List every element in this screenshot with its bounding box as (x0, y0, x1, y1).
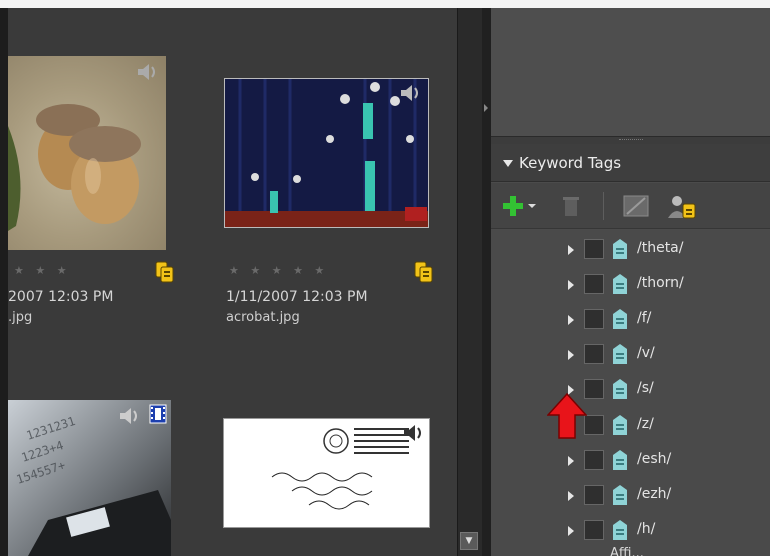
thumbnail-acorn[interactable] (8, 56, 166, 250)
scroll-down-button[interactable]: ▼ (460, 532, 478, 550)
app-window: ★ ★ ★ 2007 12:03 PM .jpg ★ ★ ★ ★ ★ 1/11/… (0, 0, 770, 556)
rating-stars[interactable]: ★ ★ ★ ★ ★ (229, 264, 328, 277)
add-icon[interactable] (503, 194, 537, 218)
keyword-tag-icon (610, 519, 630, 541)
keyword-checkbox[interactable] (584, 415, 604, 435)
keyword-label: /theta/ (637, 240, 684, 256)
keyword-tag-icon (610, 308, 630, 330)
audio-icon (118, 406, 142, 426)
annotation-arrow-icon (546, 392, 588, 439)
keyword-checkbox[interactable] (584, 450, 604, 470)
keyword-tag-icon (610, 378, 630, 400)
expand-arrow-icon[interactable] (568, 315, 574, 325)
keyword-label: /f/ (637, 310, 652, 326)
panel-resize-grip[interactable] (491, 136, 770, 144)
tag-badge-icon[interactable] (412, 260, 434, 284)
browser-scrollbar[interactable] (457, 8, 482, 556)
top-edge (0, 0, 770, 8)
media-date: 1/11/2007 12:03 PM (226, 289, 368, 305)
keyword-label: /ezh/ (637, 486, 672, 502)
expand-arrow-icon[interactable] (568, 491, 574, 501)
collapse-arrow-icon[interactable] (484, 104, 488, 112)
media-date: 2007 12:03 PM (8, 289, 114, 305)
keyword-label: /thorn/ (637, 275, 684, 291)
expand-arrow-icon[interactable] (568, 280, 574, 290)
keyword-checkbox[interactable] (584, 344, 604, 364)
keyword-tag-icon (610, 414, 630, 436)
keyword-checkbox[interactable] (584, 274, 604, 294)
keyword-tag-icon (610, 238, 630, 260)
edit-icon[interactable] (623, 194, 649, 218)
keyword-tags-header[interactable]: Keyword Tags (491, 144, 770, 182)
keyword-tag-icon (610, 484, 630, 506)
keyword-row[interactable]: /v/ (491, 337, 770, 371)
keyword-row[interactable]: /z/ (491, 408, 770, 442)
expand-arrow-icon[interactable] (568, 245, 574, 255)
delete-icon[interactable] (561, 194, 581, 218)
keyword-row[interactable]: /h/ (491, 513, 770, 547)
thumbnail-envelope[interactable] (223, 418, 430, 528)
keyword-label: /esh/ (637, 451, 672, 467)
expand-arrow-icon[interactable] (568, 350, 574, 360)
keyword-checkbox[interactable] (584, 379, 604, 399)
keyword-checkbox[interactable] (584, 309, 604, 329)
organize-panel: Keyword Tags /theta/ /thorn/ /f/ /v/ /s/… (491, 8, 770, 556)
keyword-tree: /theta/ /thorn/ /f/ /v/ /s/ /z/ /esh/ /e… (491, 230, 770, 556)
media-browser: ★ ★ ★ 2007 12:03 PM .jpg ★ ★ ★ ★ ★ 1/11/… (8, 8, 457, 556)
keyword-toolbar (491, 183, 770, 229)
rating-stars[interactable]: ★ ★ ★ (14, 264, 71, 277)
expand-arrow-icon[interactable] (568, 526, 574, 536)
keyword-row[interactable]: /thorn/ (491, 267, 770, 301)
video-icon (149, 404, 167, 424)
keyword-label-partial: Affi... (610, 546, 644, 556)
audio-icon (399, 83, 423, 103)
panel-splitter[interactable] (482, 8, 491, 556)
thumbnail-video[interactable]: 1231231 1223+4 154557+ (8, 400, 171, 556)
keyword-label: /v/ (637, 345, 655, 361)
keyword-label: /z/ (637, 416, 654, 432)
collapse-triangle-icon[interactable] (503, 160, 513, 167)
keyword-row[interactable]: /f/ (491, 302, 770, 336)
keyword-tag-icon (610, 343, 630, 365)
keyword-label: /s/ (637, 380, 654, 396)
media-filename: .jpg (8, 310, 33, 325)
tag-badge-icon[interactable] (153, 260, 175, 284)
keyword-row[interactable]: /s/ (491, 372, 770, 406)
keyword-row[interactable]: /theta/ (491, 232, 770, 266)
audio-icon (136, 62, 160, 82)
keyword-tag-icon (610, 449, 630, 471)
keyword-tags-title: Keyword Tags (519, 154, 622, 172)
person-tag-icon[interactable] (667, 194, 699, 219)
expand-arrow-icon[interactable] (568, 456, 574, 466)
svg-text:1231231: 1231231 (25, 414, 77, 443)
keyword-tag-icon (610, 273, 630, 295)
keyword-checkbox[interactable] (584, 485, 604, 505)
media-filename: acrobat.jpg (226, 310, 300, 325)
upper-panel-area (491, 8, 770, 136)
keyword-row[interactable]: /ezh/ (491, 478, 770, 512)
keyword-checkbox[interactable] (584, 520, 604, 540)
keyword-label: /h/ (637, 521, 656, 537)
keyword-row[interactable]: /esh/ (491, 443, 770, 477)
audio-icon (402, 423, 426, 443)
thumbnail-acrobat[interactable] (224, 78, 429, 228)
keyword-checkbox[interactable] (584, 239, 604, 259)
